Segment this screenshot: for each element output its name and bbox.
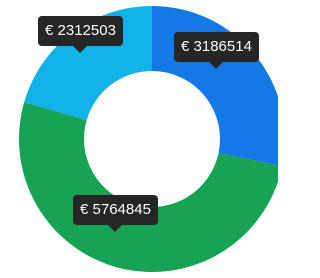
tooltip-slice-2: € 2312503	[38, 16, 123, 53]
tooltip-slice-0: € 3186514	[174, 32, 259, 69]
donut-chart: € 3186514 € 2312503 € 5764845	[0, 0, 286, 273]
tooltip-slice-1: € 5764845	[73, 195, 158, 232]
donut-slice-0[interactable]	[152, 6, 286, 167]
